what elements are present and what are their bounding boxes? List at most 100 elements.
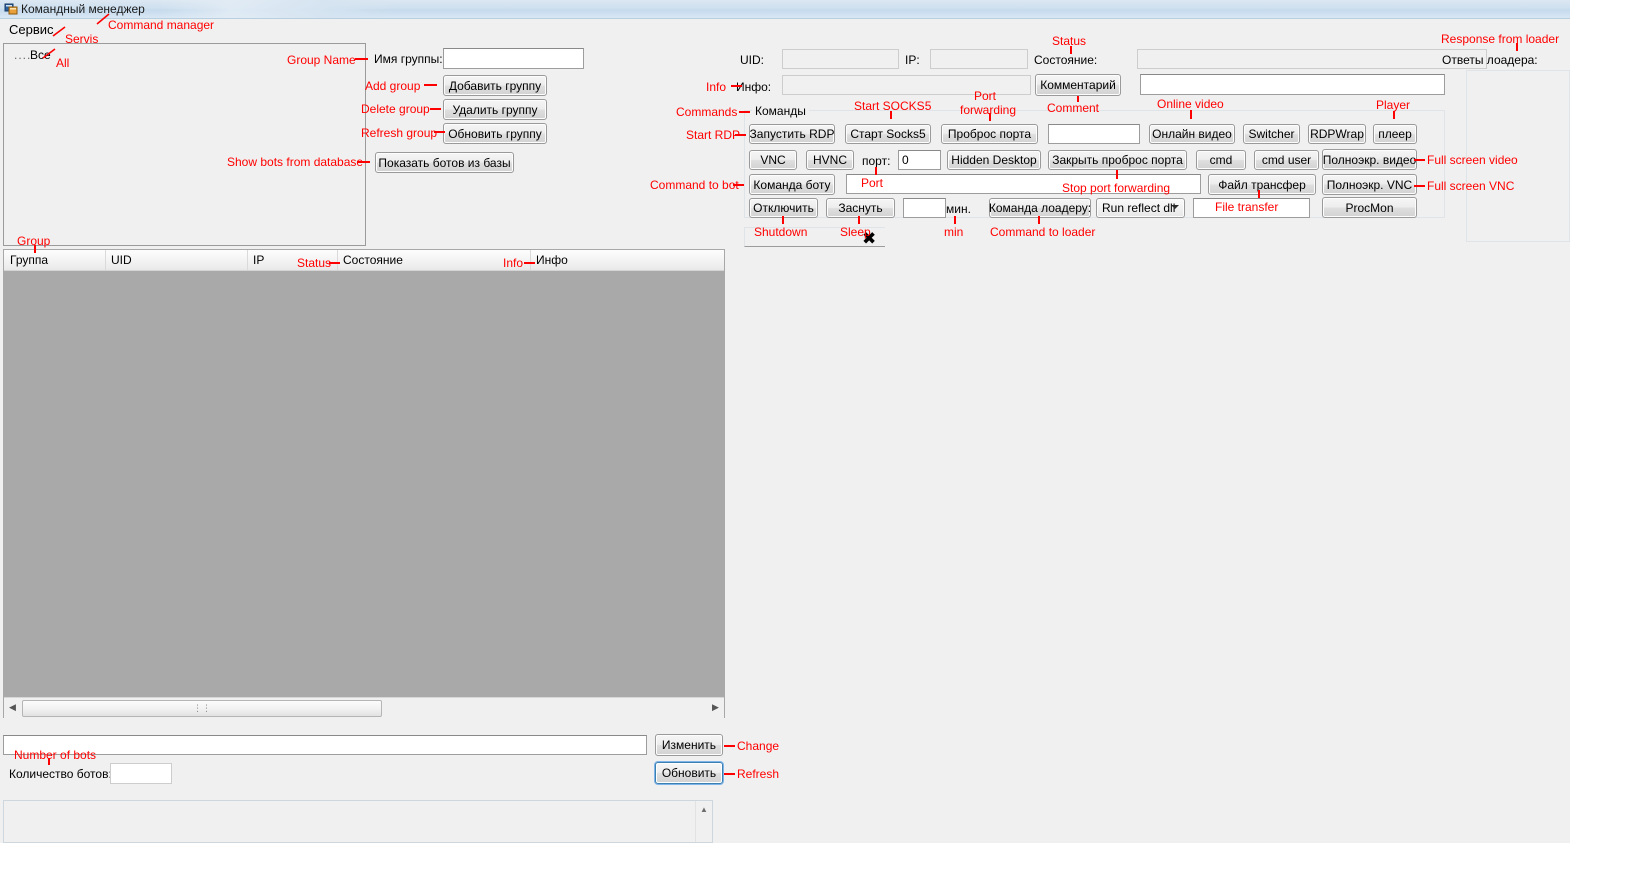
minutes-label: мин. (946, 202, 971, 216)
hvnc-button[interactable]: HVNC (806, 150, 854, 170)
window-title: Командный менеджер (21, 2, 145, 16)
fullscreen-video-button[interactable]: Полноэкр. видео (1322, 149, 1417, 170)
menu-bar: Сервис (0, 19, 1570, 39)
grid-horizontal-scrollbar[interactable]: ◀ ▶ ⋮⋮ (4, 697, 724, 718)
cmd-user-button[interactable]: cmd user (1254, 150, 1319, 170)
scroll-right-icon[interactable]: ▶ (707, 698, 724, 717)
annotation-sleep: Sleep (840, 225, 871, 239)
comment-input[interactable] (1140, 74, 1445, 95)
app-window-icon (4, 2, 18, 16)
annotation-tick-info-col (524, 262, 535, 264)
annotation-full-screen-video: Full screen video (1427, 153, 1518, 167)
annotation-port-forwarding-line1: Port (974, 89, 996, 103)
annotation-online-video: Online video (1157, 97, 1224, 111)
commands-group-label: Команды (752, 104, 809, 118)
switcher-button[interactable]: Switcher (1243, 124, 1300, 144)
annotation-comment: Comment (1047, 101, 1099, 115)
group-name-input[interactable] (443, 48, 584, 69)
status-field[interactable] (1137, 49, 1487, 69)
annotation-tick-file-transfer (1258, 190, 1260, 198)
info-label: Инфо: (736, 80, 771, 94)
procmon-button[interactable]: ProcMon (1322, 197, 1417, 218)
port-forward-input[interactable] (1048, 124, 1140, 144)
group-tree-panel[interactable]: .... Все (3, 43, 366, 246)
annotation-leader-all (40, 47, 58, 61)
ip-field[interactable] (930, 49, 1028, 69)
annotation-player: Player (1376, 98, 1410, 112)
annotation-tick-stop-port-forwarding (1116, 170, 1118, 179)
show-bots-from-db-button[interactable]: Показать ботов из базы (375, 152, 514, 173)
comment-button[interactable]: Комментарий (1035, 74, 1121, 96)
sleep-minutes-input[interactable] (903, 198, 946, 218)
annotation-tick-number-of-bots (48, 758, 50, 765)
grid-body[interactable] (4, 271, 724, 697)
start-rdp-button[interactable]: Запустить RDP (749, 124, 835, 144)
add-group-button[interactable]: Добавить группу (443, 75, 547, 96)
grid-col-sep-1[interactable] (105, 250, 106, 270)
scroll-thumb[interactable]: ⋮⋮ (22, 700, 382, 717)
command-to-bot-button[interactable]: Команда боту (749, 174, 835, 195)
annotation-tick-port-forwarding (989, 113, 991, 121)
grid-col-uid[interactable]: UID (111, 253, 132, 270)
change-button[interactable]: Изменить (655, 734, 723, 756)
grid-col-group[interactable]: Группа (10, 253, 48, 270)
annotation-group-name: Group Name (287, 53, 356, 67)
annotation-all: All (56, 56, 69, 70)
scroll-up-icon[interactable]: ▲ (696, 801, 712, 817)
bots-grid[interactable]: Группа UID IP Состояние Инфо ◀ ▶ ⋮⋮ (3, 249, 725, 718)
loader-answers-label: Ответы лоадера: (1442, 53, 1538, 67)
port-forward-button[interactable]: Проброс порта (941, 124, 1038, 144)
grid-col-sep-2[interactable] (247, 250, 248, 270)
annotation-tick-status-top (1070, 46, 1072, 54)
port-label: порт: (862, 154, 890, 168)
vnc-button[interactable]: VNC (749, 150, 797, 170)
group-name-label: Имя группы: (374, 52, 443, 66)
title-bar-sheen (160, 0, 395, 18)
annotation-min: min (944, 225, 963, 239)
grid-col-status[interactable]: Состояние (343, 253, 403, 270)
annotation-tick-info-top (731, 85, 742, 87)
log-list-box[interactable]: ▲ (3, 800, 713, 843)
annotation-tick-add-group (424, 84, 437, 86)
grid-col-sep-4[interactable] (530, 250, 531, 270)
sleep-button[interactable]: Заснуть (826, 198, 895, 218)
annotation-leader-command-manager (95, 12, 113, 26)
player-button[interactable]: плеер (1373, 124, 1417, 144)
log-list-scrollbar[interactable]: ▲ (695, 801, 712, 842)
annotation-leader-servis (50, 24, 68, 38)
annotation-tick-full-screen-video (1414, 159, 1425, 161)
rdpwrap-button[interactable]: RDPWrap (1308, 124, 1366, 144)
grid-col-ip[interactable]: IP (253, 253, 264, 270)
shutdown-button[interactable]: Отключить (749, 198, 818, 218)
command-to-loader-button[interactable]: Команда лоадеру: (989, 198, 1091, 218)
grid-col-sep-3[interactable] (337, 250, 338, 270)
menu-item-service[interactable]: Сервис (9, 22, 54, 37)
status-label: Состояние: (1034, 53, 1097, 67)
fullscreen-vnc-button[interactable]: Полноэкр. VNC (1322, 174, 1417, 195)
annotation-tick-command-to-loader (1038, 216, 1040, 224)
annotation-tick-group-name (355, 58, 368, 60)
bot-count-field[interactable] (110, 763, 172, 784)
edit-input[interactable] (3, 735, 647, 755)
annotation-show-bots: Show bots from database (227, 155, 363, 169)
file-transfer-button[interactable]: Файл трансфер (1208, 174, 1316, 195)
online-video-button[interactable]: Онлайн видео (1149, 124, 1235, 144)
grid-col-info[interactable]: Инфо (536, 253, 568, 270)
delete-group-button[interactable]: Удалить группу (443, 99, 547, 120)
annotation-tick-full-screen-vnc (1414, 185, 1425, 187)
refresh-button[interactable]: Обновить (655, 762, 723, 784)
annotation-tick-change (724, 745, 735, 747)
title-bar: Командный менеджер (0, 0, 1570, 19)
scroll-left-icon[interactable]: ◀ (4, 698, 21, 717)
annotation-tick-sleep (858, 216, 860, 224)
loader-command-dropdown[interactable]: Run reflect dll (1096, 198, 1185, 218)
start-socks5-button[interactable]: Старт Socks5 (845, 124, 931, 144)
hidden-desktop-button[interactable]: Hidden Desktop (947, 150, 1041, 170)
refresh-group-button[interactable]: Обновить группу (443, 123, 547, 144)
cmd-button[interactable]: cmd (1196, 150, 1246, 170)
stop-port-forward-button[interactable]: Закрыть проброс порта (1048, 150, 1187, 170)
annotation-tick-start-rdp (735, 134, 746, 136)
uid-field[interactable] (782, 49, 899, 69)
port-input[interactable] (898, 150, 941, 170)
annotation-tick-response-from-loader (1516, 43, 1518, 51)
